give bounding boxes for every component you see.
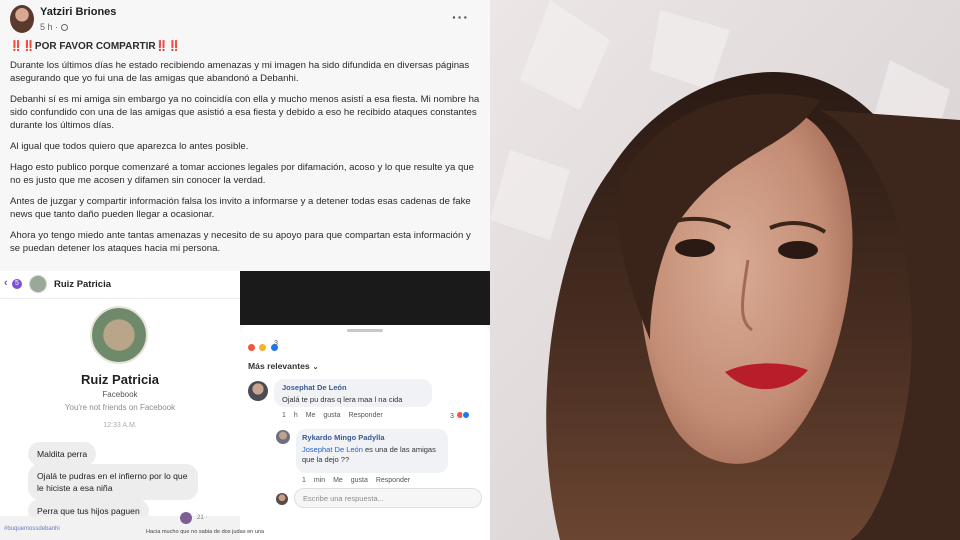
- haha-reaction-icon: [258, 343, 268, 352]
- post-paragraph: Debanhi sí es mi amiga sin embargo ya no…: [10, 94, 480, 131]
- love-reaction-icon: [247, 343, 256, 352]
- comment-time: 21 ·: [197, 515, 208, 521]
- portrait-illustration: [490, 0, 960, 540]
- post-paragraph: Antes de juzgar y compartir información …: [10, 196, 471, 220]
- comments-sheet: 3 Más relevantes ⌄ Josephat De León Ojalá…: [240, 325, 490, 515]
- comments-bottom-strip: [240, 515, 490, 540]
- post-body: ‼️‼️POR FAVOR COMPARTIR‼️‼️ Durante los …: [10, 40, 482, 263]
- post-header: Yatziri Briones 5 h · ···: [0, 0, 490, 40]
- reply-input[interactable]: Escribe una respuesta...: [294, 488, 482, 508]
- double-exclamation-icon: ‼️‼️: [10, 41, 35, 52]
- chevron-down-icon: ⌄: [312, 364, 319, 371]
- own-avatar: [276, 493, 288, 505]
- reaction-count: 3: [274, 340, 278, 347]
- comment-time: 1 h: [282, 412, 298, 419]
- reply-button[interactable]: Responder: [376, 477, 410, 484]
- contact-name[interactable]: Ruiz Patricia: [54, 279, 111, 290]
- right-eye: [778, 241, 818, 259]
- comment-text: Josephat De León es una de las amigas qu…: [302, 445, 442, 465]
- post-paragraph: Durante los últimos días he estado recib…: [10, 60, 470, 84]
- globe-icon: [61, 24, 69, 31]
- comments-dark-header: [240, 271, 490, 325]
- post-paragraph: Hago esto publico porque comenzaré a tom…: [10, 162, 474, 186]
- commenter-avatar[interactable]: [248, 381, 268, 401]
- comment-actions: 1 min Me gusta Responder: [302, 477, 410, 484]
- profile-photo: [490, 0, 960, 540]
- comment-text: Ojalá te pu dras q lera maa l na cida: [282, 395, 403, 404]
- commenter-name[interactable]: Rykardo Mingo Padylla: [302, 433, 385, 442]
- left-eye: [675, 239, 715, 257]
- author-name[interactable]: Yatziri Briones: [40, 6, 116, 18]
- contact-avatar[interactable]: [29, 275, 47, 293]
- reply-button[interactable]: Responder: [348, 412, 382, 419]
- back-arrow-icon[interactable]: ‹: [4, 277, 8, 289]
- comment-reactions[interactable]: 3: [450, 411, 470, 420]
- profile-platform: Facebook: [102, 390, 138, 399]
- mention-link[interactable]: Josephat De León: [302, 445, 363, 454]
- message-timestamp: 12:33 A.M.: [103, 422, 137, 429]
- hashtag-caption[interactable]: #buquemossdebanhi: [4, 526, 60, 532]
- post-paragraph: Ahora yo tengo miedo ante tantas amenaza…: [10, 230, 471, 254]
- post-headline-text: POR FAVOR COMPARTIR: [34, 41, 156, 52]
- author-avatar[interactable]: [10, 5, 34, 33]
- like-button[interactable]: Me gusta: [333, 477, 368, 484]
- messenger-top-bar: ‹ 5 Ruiz Patricia: [0, 271, 240, 299]
- sheet-drag-handle[interactable]: [347, 329, 383, 332]
- comment-actions: 1 h Me gusta Responder: [282, 412, 383, 419]
- more-options-icon[interactable]: ···: [452, 9, 469, 25]
- double-exclamation-icon: ‼️‼️: [155, 41, 181, 52]
- post-timestamp[interactable]: 5 h ·: [40, 22, 69, 32]
- facebook-post: Yatziri Briones 5 h · ··· ‼️‼️POR FAVOR …: [0, 0, 490, 540]
- message-bubble: Ojalá te pudras en el infierno por lo qu…: [28, 464, 198, 500]
- comment-sort-dropdown[interactable]: Más relevantes ⌄: [248, 361, 319, 371]
- post-headline: ‼️‼️POR FAVOR COMPARTIR‼️‼️: [10, 40, 482, 53]
- post-time-text: 5 h ·: [40, 22, 59, 32]
- commenter-avatar[interactable]: [180, 512, 192, 524]
- comment-sort-label: Más relevantes: [248, 361, 310, 371]
- friend-status: You're not friends on Facebook: [64, 403, 176, 412]
- comment-text: Hacia mucho que no sabia de dos judas en…: [146, 529, 265, 535]
- commenter-avatar[interactable]: [276, 430, 290, 444]
- like-button[interactable]: Me gusta: [306, 412, 341, 419]
- like-reaction-icon: [461, 411, 470, 419]
- comment-reaction-count: 3: [450, 413, 454, 420]
- comment-time: 1 min: [302, 477, 326, 484]
- post-paragraph: Al igual que todos quiero que aparezca l…: [10, 141, 249, 152]
- profile-avatar[interactable]: [90, 306, 148, 364]
- message-bubble: Maldita perra: [28, 442, 97, 466]
- reaction-icons[interactable]: [247, 339, 279, 357]
- unread-count-badge: 5: [12, 279, 22, 289]
- messenger-screenshot: ‹ 5 Ruiz Patricia Ruiz Patricia Facebook…: [0, 271, 240, 540]
- profile-name: Ruiz Patricia: [80, 372, 160, 387]
- commenter-name[interactable]: Josephat De León: [282, 383, 347, 392]
